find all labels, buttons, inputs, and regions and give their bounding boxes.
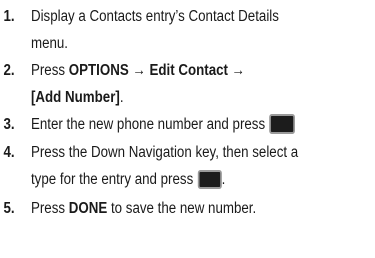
step-text-line-2: menu. (30, 35, 69, 52)
black-key-icon (269, 114, 296, 134)
step-number: 3. (3, 116, 15, 133)
step-number: 5. (3, 200, 15, 217)
step-text-line-1: Press the Down Navigation key, then sele… (30, 144, 299, 161)
step-text-prefix: Press (30, 200, 69, 217)
step-text-line-1: Display a Contacts entry’s Contact Detai… (30, 8, 279, 25)
step-text-line-2: [Add Number]. (31, 85, 124, 111)
step-text-line-2: type for the entry and press. (31, 167, 225, 193)
step-text-suffix: to save the new number. (107, 200, 257, 217)
step-number: 2. (3, 62, 15, 79)
menu-path: OPTIONS → Edit Contact → (68, 62, 246, 79)
step-text-suffix: . (119, 89, 124, 106)
step-number: 4. (3, 144, 15, 161)
step-text-line-1: Press DONE to save the new number. (31, 196, 256, 222)
step-text: type for the entry and press (30, 171, 194, 188)
step-text-prefix: Press (30, 62, 69, 79)
step-number: 1. (3, 8, 15, 25)
done-option: DONE (68, 200, 108, 217)
step-text-line-1: Enter the new phone number and press (30, 112, 296, 138)
step-text-suffix: . (221, 171, 226, 188)
step-text: Enter the new phone number and press (30, 116, 266, 133)
step-text-line-1: Press OPTIONS → Edit Contact → (31, 58, 245, 84)
add-number-option: [Add Number] (30, 89, 120, 106)
black-key-icon (197, 170, 222, 189)
